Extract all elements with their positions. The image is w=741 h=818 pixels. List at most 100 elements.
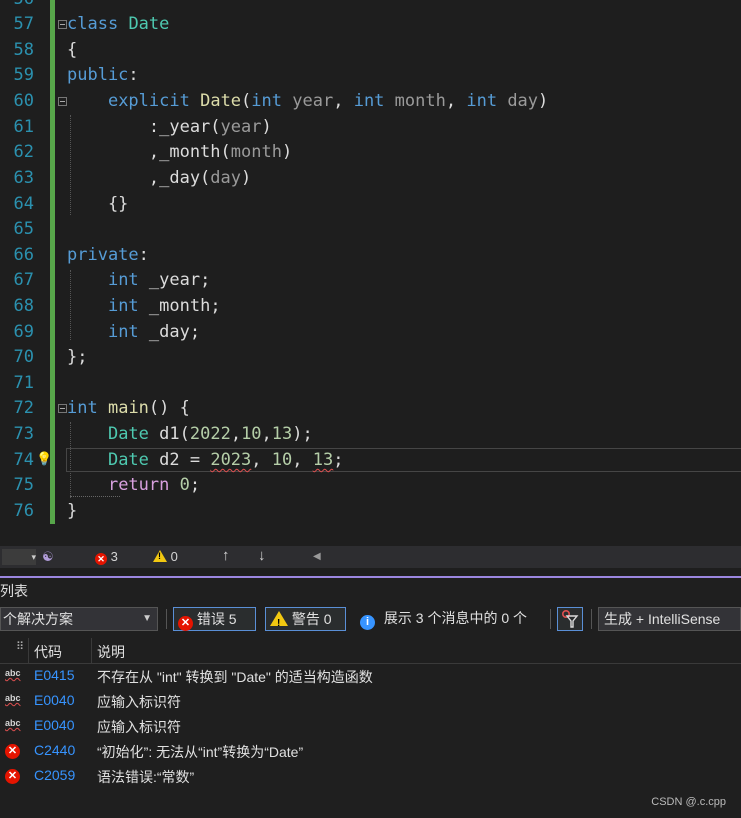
- errors-filter-button[interactable]: ✕ 错误 5: [173, 607, 256, 631]
- column-header-code[interactable]: 代码: [34, 642, 62, 662]
- toolbar-divider: [166, 609, 167, 629]
- warnings-filter-button[interactable]: ! 警告 0: [265, 607, 346, 631]
- error-code[interactable]: C2440: [34, 742, 75, 758]
- toolbar-divider: [591, 609, 592, 629]
- code-line[interactable]: class Date: [67, 12, 169, 38]
- zoom-dropdown[interactable]: ▾: [2, 549, 36, 565]
- error-code[interactable]: C2059: [34, 767, 75, 783]
- arrow-down-icon[interactable]: ↓: [258, 547, 266, 564]
- collapse-icon[interactable]: [58, 20, 67, 29]
- intellisense-error-icon: abc: [5, 718, 21, 728]
- line-number: 63: [13, 168, 34, 188]
- code-line[interactable]: }: [67, 499, 77, 525]
- line-number: 59: [13, 65, 34, 85]
- error-indicator[interactable]: ✕ 3: [95, 549, 118, 565]
- code-line[interactable]: ,_month(month): [67, 140, 292, 166]
- arrow-up-icon[interactable]: ↑: [222, 547, 230, 564]
- copilot-icon[interactable]: ☯: [42, 549, 54, 565]
- error-row[interactable]: ✕ C2440 “初始化”: 无法从“int”转换为“Date”: [0, 739, 741, 764]
- error-list-toolbar: 个解决方案 ▼ ✕ 错误 5 ! 警告 0 i 展示 3 个消息中的 0 个 生…: [0, 605, 741, 635]
- error-icon: ✕: [5, 769, 20, 784]
- error-description: “初始化”: 无法从“int”转换为“Date”: [97, 744, 304, 760]
- error-list-panel: 列表 个解决方案 ▼ ✕ 错误 5 ! 警告 0 i 展示 3 个消息中的 0 …: [0, 578, 741, 818]
- chevron-down-icon: ▼: [142, 613, 152, 624]
- line-number: 62: [13, 142, 34, 162]
- line-number: 61: [13, 117, 34, 137]
- line-number: 64: [13, 194, 34, 214]
- line-number: 57: [13, 14, 34, 34]
- code-line[interactable]: Date d1(2022,10,13);: [67, 422, 313, 448]
- error-icon: ✕: [95, 553, 107, 565]
- error-list-header: ⠿ 代码 说明: [0, 638, 741, 664]
- line-number: 67: [13, 270, 34, 290]
- line-number: 74: [13, 450, 34, 470]
- line-number: 71: [13, 373, 34, 393]
- error-description: 语法错误:“常数”: [97, 769, 195, 785]
- editor-status-bar: ▾ ☯ ✕ 3 ! 0 ↑ ↓ ◀: [0, 546, 741, 568]
- error-icon: ✕: [5, 744, 20, 759]
- code-line[interactable]: int _year;: [67, 268, 210, 294]
- code-line[interactable]: return 0;: [67, 473, 200, 499]
- info-icon: i: [360, 615, 375, 630]
- column-divider[interactable]: [28, 638, 29, 663]
- watermark: CSDN @.c.cpp: [651, 796, 726, 808]
- warning-icon: !: [153, 550, 167, 562]
- collapse-icon[interactable]: [58, 97, 67, 106]
- column-header-description[interactable]: 说明: [97, 642, 125, 662]
- error-row[interactable]: abc E0415 不存在从 "int" 转换到 "Date" 的适当构造函数: [0, 664, 741, 689]
- line-number: 76: [13, 501, 34, 521]
- error-code[interactable]: E0040: [34, 717, 74, 733]
- scope-dropdown[interactable]: 个解决方案 ▼: [0, 607, 158, 631]
- scroll-left-icon[interactable]: ◀: [313, 551, 321, 562]
- line-number: 75: [13, 475, 34, 495]
- warning-icon: !: [270, 611, 288, 629]
- code-line[interactable]: explicit Date(int year, int month, int d…: [67, 89, 548, 115]
- error-description: 不存在从 "int" 转换到 "Date" 的适当构造函数: [97, 669, 373, 685]
- error-row[interactable]: abc E0040 应输入标识符: [0, 714, 741, 739]
- line-number: 72: [13, 398, 34, 418]
- column-options-icon[interactable]: ⠿: [16, 640, 24, 653]
- code-line[interactable]: public:: [67, 63, 139, 89]
- messages-filter-button[interactable]: i 展示 3 个消息中的 0 个: [360, 607, 527, 631]
- panel-title: 列表: [0, 583, 28, 599]
- line-number: 60: [13, 91, 34, 111]
- filter-icon: [562, 609, 579, 628]
- error-code[interactable]: E0415: [34, 667, 74, 683]
- code-line[interactable]: {: [67, 38, 77, 64]
- code-line[interactable]: {}: [67, 192, 128, 218]
- toolbar-divider: [550, 609, 551, 629]
- build-source-dropdown[interactable]: 生成 + IntelliSense: [598, 607, 741, 631]
- error-row[interactable]: ✕ C2059 语法错误:“常数”: [0, 764, 741, 789]
- code-line[interactable]: int _month;: [67, 294, 221, 320]
- collapse-icon[interactable]: [58, 404, 67, 413]
- error-icon: ✕: [178, 616, 193, 631]
- line-number: 65: [13, 219, 34, 239]
- code-line[interactable]: int _day;: [67, 320, 200, 346]
- warning-indicator[interactable]: ! 0: [153, 549, 178, 564]
- code-editor[interactable]: 56 57 58 59 60 61 62 63 64 65 66 67 68 6…: [0, 0, 741, 546]
- code-line[interactable]: ,_day(day): [67, 166, 251, 192]
- change-tracking-bar: [50, 0, 55, 524]
- code-line[interactable]: };: [67, 345, 87, 371]
- error-row[interactable]: abc E0040 应输入标识符: [0, 689, 741, 714]
- lightbulb-icon[interactable]: 💡: [36, 451, 52, 467]
- line-number: 56: [0, 0, 34, 13]
- code-line[interactable]: int main() {: [67, 396, 190, 422]
- line-number: 66: [13, 245, 34, 265]
- code-line[interactable]: private:: [67, 243, 149, 269]
- line-number: 69: [13, 322, 34, 342]
- error-code[interactable]: E0040: [34, 692, 74, 708]
- code-line[interactable]: Date d2 = 2023, 10, 13;: [67, 448, 344, 474]
- error-description: 应输入标识符: [97, 694, 181, 710]
- line-number: 73: [13, 424, 34, 444]
- line-number: 68: [13, 296, 34, 316]
- line-number: 58: [13, 40, 34, 60]
- filter-button[interactable]: [557, 607, 583, 631]
- panel-splitter[interactable]: [0, 568, 741, 576]
- error-description: 应输入标识符: [97, 719, 181, 735]
- intellisense-error-icon: abc: [5, 693, 21, 703]
- line-number: 70: [13, 347, 34, 367]
- code-line[interactable]: :_year(year): [67, 115, 272, 141]
- intellisense-error-icon: abc: [5, 668, 21, 678]
- column-divider[interactable]: [91, 638, 92, 663]
